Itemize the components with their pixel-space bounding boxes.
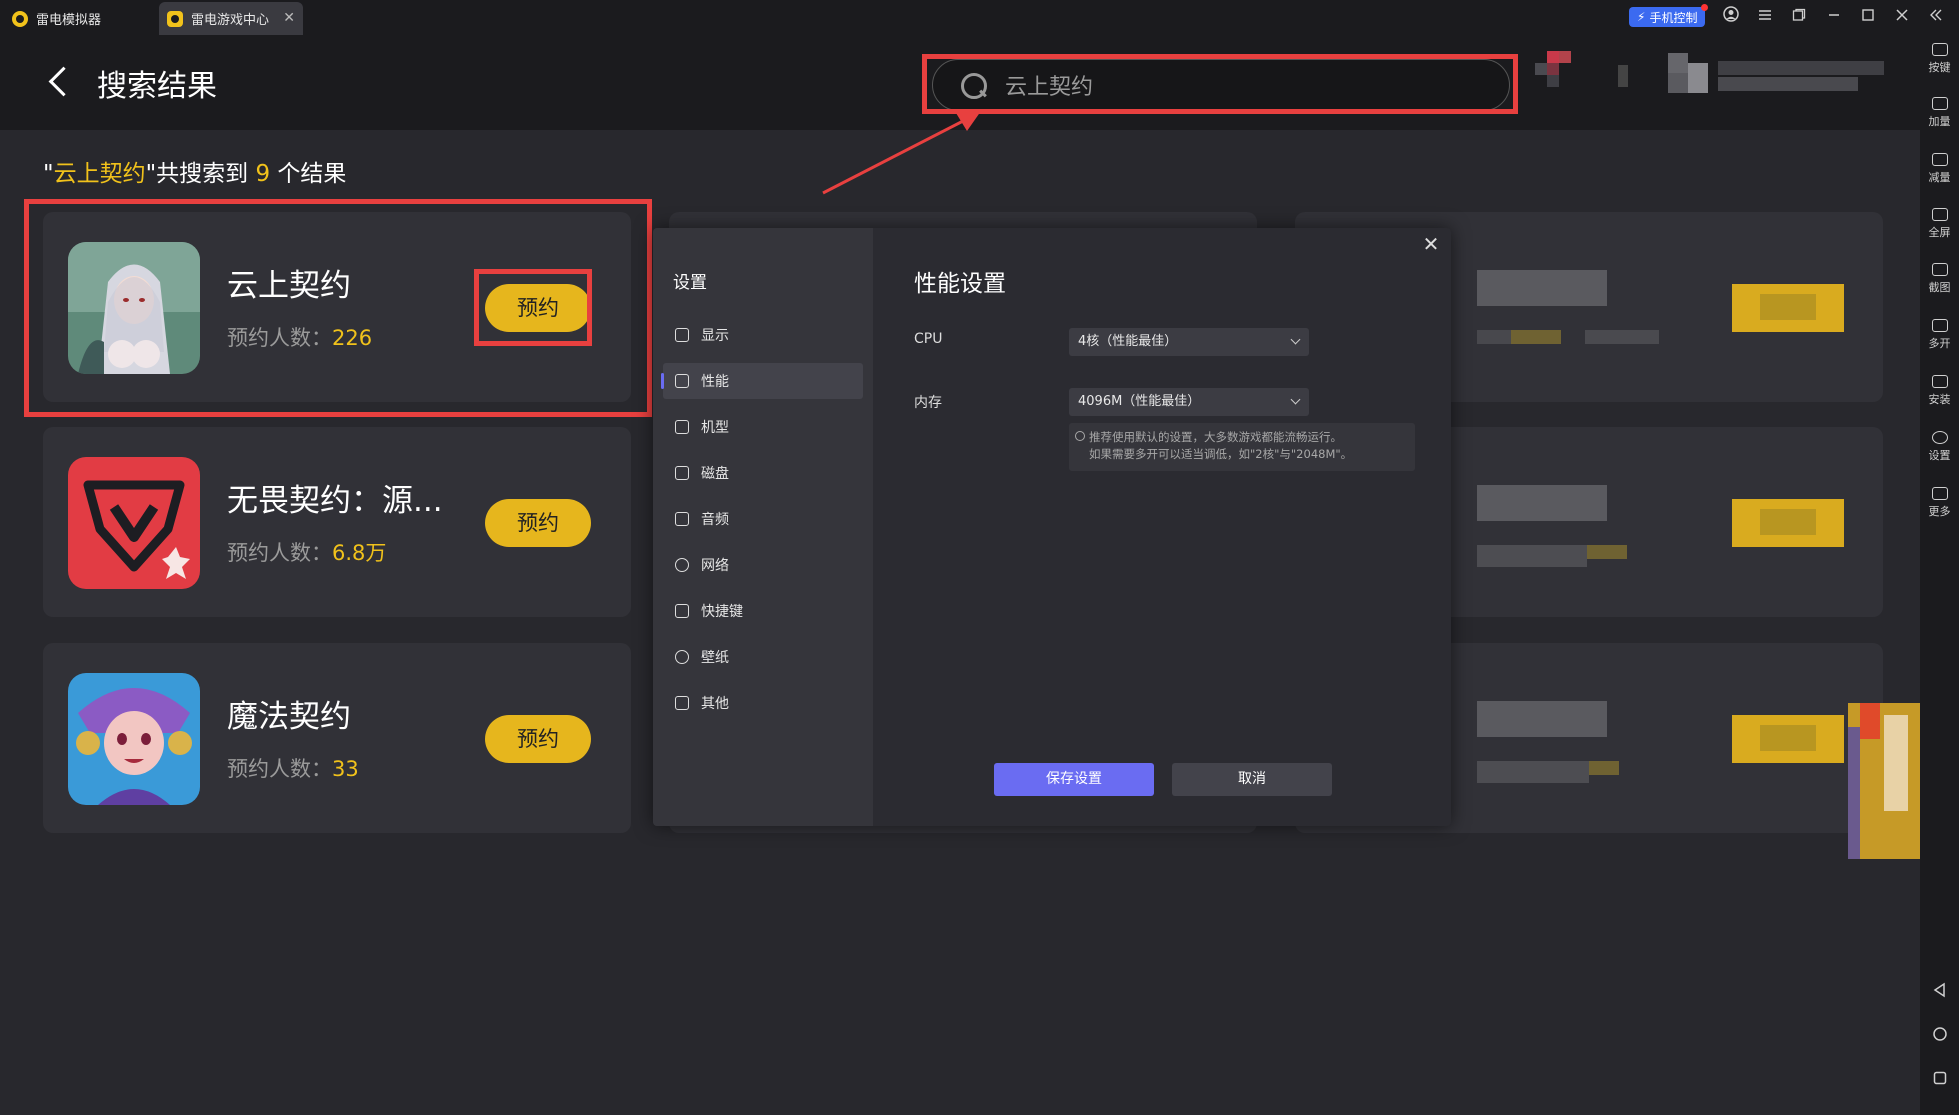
memory-select[interactable]: 4096M（性能最佳） bbox=[1069, 388, 1309, 416]
sidebar-volume-up[interactable]: 加量 bbox=[1920, 97, 1959, 129]
pixelated-icon[interactable] bbox=[1618, 65, 1628, 87]
settings-nav-other[interactable]: 其他 bbox=[663, 685, 863, 721]
result-count: "云上契约"共搜索到 9 个结果 bbox=[43, 161, 347, 187]
install-icon bbox=[1931, 375, 1948, 388]
maximize-icon[interactable] bbox=[1857, 6, 1879, 28]
sidebar-multi-instance[interactable]: 多开 bbox=[1920, 319, 1959, 351]
user-icon[interactable] bbox=[1720, 6, 1742, 28]
collapse-icon[interactable] bbox=[1925, 6, 1947, 28]
gear-icon bbox=[1931, 431, 1948, 444]
audio-icon bbox=[675, 512, 689, 526]
settings-nav-audio[interactable]: 音频 bbox=[663, 501, 863, 537]
game-icon-valorant bbox=[68, 457, 200, 589]
game-title[interactable]: 魔法契约 bbox=[227, 691, 457, 736]
scissors-icon bbox=[1931, 263, 1948, 276]
minimize-icon[interactable] bbox=[1823, 6, 1845, 28]
result-number: 9 bbox=[255, 161, 271, 187]
display-icon bbox=[675, 328, 689, 342]
tab-close-icon[interactable]: ✕ bbox=[283, 10, 295, 26]
settings-nav-display[interactable]: 显示 bbox=[663, 317, 863, 353]
notification-dot bbox=[1701, 4, 1709, 11]
title-bar: 雷电模拟器 雷电游戏中心 ✕ ⚡ 手机控制 bbox=[0, 0, 1959, 35]
reserve-button[interactable]: 预约 bbox=[485, 499, 591, 547]
disk-icon bbox=[675, 466, 689, 480]
keyboard-icon bbox=[675, 604, 689, 618]
settings-nav-disk[interactable]: 磁盘 bbox=[663, 455, 863, 491]
pixelated-avatar[interactable] bbox=[1535, 51, 1585, 101]
page-title: 搜索结果 bbox=[97, 69, 217, 104]
cpu-value: 4核（性能最佳） bbox=[1078, 334, 1178, 349]
sidebar-keymap[interactable]: 按键 bbox=[1920, 43, 1959, 75]
settings-nav-network[interactable]: 网络 bbox=[663, 547, 863, 583]
recent-apps-icon[interactable] bbox=[1932, 1070, 1948, 1086]
annotation-box-search bbox=[922, 54, 1518, 114]
pixelated-floating-widget[interactable] bbox=[1848, 703, 1920, 859]
cpu-select[interactable]: 4核（性能最佳） bbox=[1069, 328, 1309, 356]
volume-down-icon bbox=[1931, 153, 1948, 166]
result-query: 云上契约 bbox=[53, 161, 146, 187]
settings-sidebar: 设置 显示 性能 机型 磁盘 音频 网络 快捷键 壁纸 其他 bbox=[653, 228, 873, 826]
sidebar-volume-down[interactable]: 减量 bbox=[1920, 153, 1959, 185]
result-card-magic-contract[interactable]: 魔法契约 预约人数：33 预约 bbox=[43, 643, 631, 833]
lightning-icon: ⚡ bbox=[1637, 10, 1646, 24]
pixelated-username bbox=[1668, 53, 1884, 103]
tab-label: 雷电游戏中心 bbox=[191, 13, 270, 28]
tab-label: 雷电模拟器 bbox=[36, 13, 102, 28]
settings-heading: 性能设置 bbox=[914, 271, 1006, 297]
multi-instance-icon bbox=[1931, 319, 1948, 332]
save-settings-button[interactable]: 保存设置 bbox=[994, 763, 1154, 796]
reservation-count: 预约人数：6.8万 bbox=[227, 541, 387, 565]
reserve-button[interactable]: 预约 bbox=[485, 715, 591, 763]
settings-nav-wallpaper[interactable]: 壁纸 bbox=[663, 639, 863, 675]
sidebar-more[interactable]: 更多 bbox=[1920, 487, 1959, 519]
settings-hint: 推荐使用默认的设置，大多数游戏都能流畅运行。 如果需要多开可以适当调低，如"2核… bbox=[1069, 423, 1415, 471]
fullscreen-icon bbox=[1931, 208, 1948, 221]
tab-game-center[interactable]: 雷电游戏中心 ✕ bbox=[159, 2, 303, 35]
close-icon[interactable] bbox=[1891, 6, 1913, 28]
home-circle-icon[interactable] bbox=[1932, 1026, 1948, 1042]
phone-control-button[interactable]: ⚡ 手机控制 bbox=[1629, 4, 1709, 27]
game-center-logo-icon bbox=[167, 10, 183, 27]
chevron-down-icon bbox=[1290, 334, 1301, 345]
other-icon bbox=[675, 696, 689, 710]
network-icon bbox=[675, 558, 689, 572]
cpu-label: CPU bbox=[914, 331, 943, 347]
annotation-box-reserve bbox=[474, 269, 592, 346]
emulator-sidebar: 按键 加量 减量 全屏 截图 多开 安装 设置 更多 bbox=[1920, 35, 1959, 1115]
settings-title: 设置 bbox=[673, 273, 707, 293]
back-triangle-icon[interactable] bbox=[1932, 982, 1948, 998]
restore-icon[interactable] bbox=[1788, 6, 1810, 28]
ldplayer-logo-icon bbox=[12, 10, 28, 27]
menu-icon[interactable] bbox=[1754, 6, 1776, 28]
sidebar-screenshot[interactable]: 截图 bbox=[1920, 263, 1959, 295]
memory-label: 内存 bbox=[914, 395, 942, 411]
performance-icon bbox=[675, 374, 689, 388]
cancel-button[interactable]: 取消 bbox=[1172, 763, 1332, 796]
result-card-valorant[interactable]: 无畏契约：源... 预约人数：6.8万 预约 bbox=[43, 427, 631, 617]
dialog-close-icon[interactable]: ✕ bbox=[1419, 232, 1443, 256]
settings-nav-shortcuts[interactable]: 快捷键 bbox=[663, 593, 863, 629]
tab-ldplayer[interactable]: 雷电模拟器 bbox=[12, 2, 156, 35]
phone-control-label: 手机控制 bbox=[1649, 10, 1698, 25]
settings-dialog: 设置 显示 性能 机型 磁盘 音频 网络 快捷键 壁纸 其他 ✕ 性能设置 CP… bbox=[653, 228, 1451, 826]
annotation-arrow bbox=[822, 111, 981, 195]
volume-up-icon bbox=[1931, 97, 1948, 110]
settings-nav-performance[interactable]: 性能 bbox=[661, 363, 863, 399]
settings-nav-device[interactable]: 机型 bbox=[663, 409, 863, 445]
game-icon-magic-contract bbox=[68, 673, 200, 805]
back-arrow-icon[interactable] bbox=[45, 65, 73, 97]
keyboard-icon bbox=[1931, 43, 1948, 56]
wallpaper-icon bbox=[675, 650, 689, 664]
sidebar-fullscreen[interactable]: 全屏 bbox=[1920, 208, 1959, 240]
more-icon bbox=[1931, 487, 1948, 500]
chevron-down-icon bbox=[1290, 394, 1301, 405]
game-title[interactable]: 无畏契约：源... bbox=[227, 475, 457, 520]
device-icon bbox=[675, 420, 689, 434]
sidebar-install[interactable]: 安装 bbox=[1920, 375, 1959, 407]
reservation-count: 预约人数：33 bbox=[227, 757, 359, 781]
memory-value: 4096M（性能最佳） bbox=[1078, 394, 1201, 409]
shield-icon bbox=[1075, 431, 1085, 441]
sidebar-settings[interactable]: 设置 bbox=[1920, 431, 1959, 463]
